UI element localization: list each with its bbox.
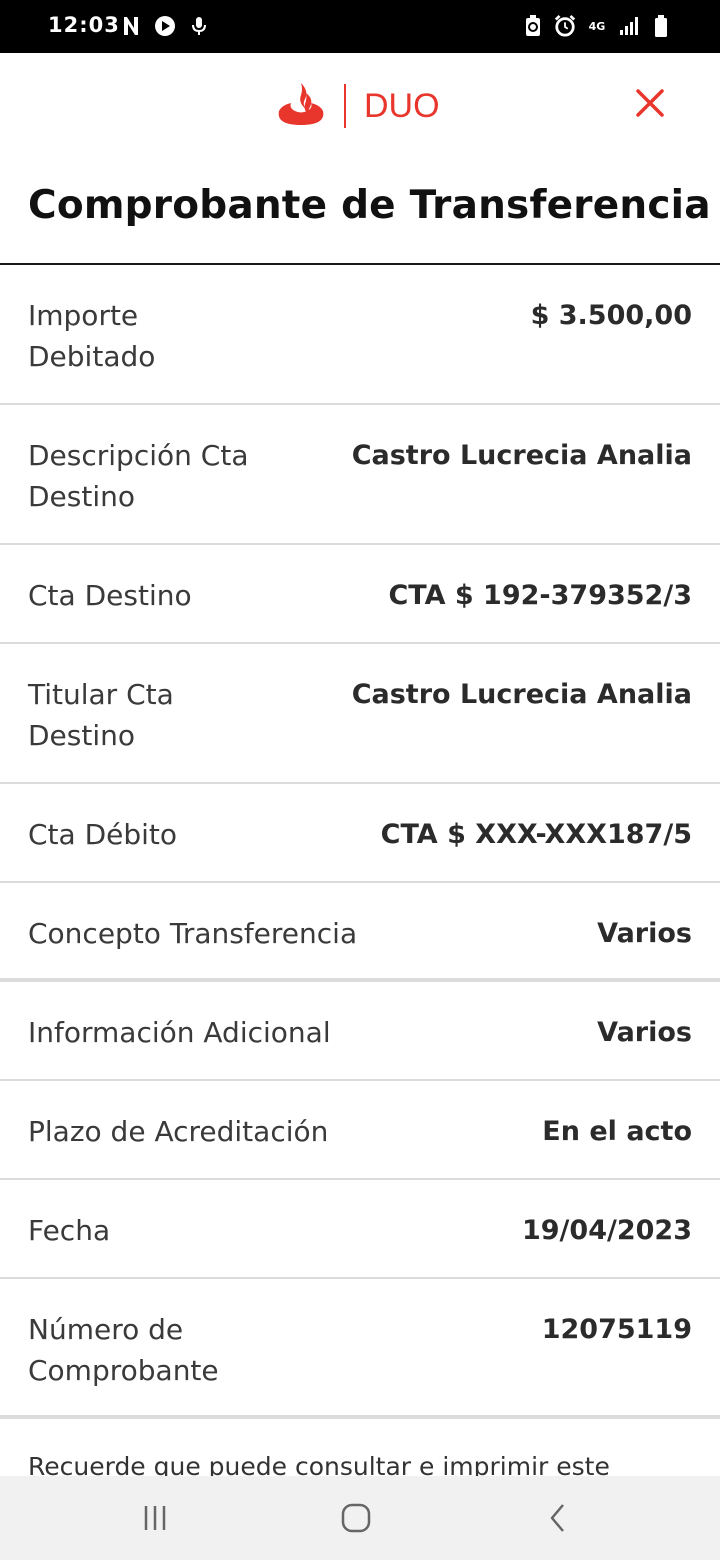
detail-value: CTA $ XXX-XXX187/5 [380,819,692,850]
system-nav-bar [0,1476,720,1560]
home-icon [341,1503,371,1533]
detail-row-cta-debito: Cta Débito CTA $ XXX-XXX187/5 [0,784,720,883]
status-bar: 12:03 4G [0,0,720,53]
detail-label: Importe Debitado [28,299,156,373]
santander-flame-icon [276,81,326,131]
detail-row-importe: Importe Debitado $ 3.500,00 [0,265,720,405]
alarm-icon [554,14,576,38]
detail-value: Castro Lucrecia Analia [351,679,692,710]
close-button[interactable] [630,83,670,123]
detail-label: Cta Destino [28,579,192,612]
battery-icon [650,14,672,38]
page-title: Comprobante de Transferencia [28,183,711,228]
detail-row-numero-comprobante: Número de Comprobante 12075119 [0,1279,720,1419]
status-time: 12:03 [48,13,120,37]
detail-label: Número de Comprobante [28,1313,219,1387]
battery-saver-icon [522,14,544,38]
detail-label: Información Adicional [28,1016,331,1049]
detail-label: Cta Débito [28,818,178,851]
santander-duo-logo: DUO [276,81,440,131]
detail-row-titular: Titular Cta Destino Castro Lucrecia Anal… [0,644,720,784]
network-type-icon: 4G [588,19,606,33]
detail-row-info-adicional: Información Adicional Varios [0,982,720,1081]
detail-row-concepto: Concepto Transferencia Varios [0,883,720,982]
detail-value: Varios [597,1017,692,1048]
transfer-details-list: Importe Debitado $ 3.500,00 Descripción … [0,265,720,1419]
detail-row-cta-destino: Cta Destino CTA $ 192-379352/3 [0,545,720,644]
detail-row-fecha: Fecha 19/04/2023 [0,1180,720,1279]
mic-icon [188,14,210,38]
back-icon [550,1504,564,1532]
recent-apps-button[interactable] [133,1498,177,1538]
recent-apps-icon [144,1506,166,1530]
detail-value: 19/04/2023 [521,1215,692,1246]
header: DUO Comprobante de Transferencia [0,53,720,265]
close-icon [636,89,664,117]
detail-value: En el acto [542,1116,692,1147]
n-icon [120,14,142,38]
logo-separator [344,84,346,128]
back-button[interactable] [536,1498,580,1538]
detail-label: Fecha [28,1214,111,1247]
detail-value: CTA $ 192-379352/3 [388,580,692,611]
home-button[interactable] [334,1498,378,1538]
brand-name: DUO [364,86,440,125]
detail-label: Plazo de Acreditación [28,1115,329,1148]
detail-value: Castro Lucrecia Analia [351,440,692,471]
detail-value: 12075119 [541,1314,692,1345]
detail-value: $ 3.500,00 [530,300,692,331]
detail-row-plazo: Plazo de Acreditación En el acto [0,1081,720,1180]
signal-icon [618,14,640,38]
detail-value: Varios [597,918,692,949]
detail-label: Descripción Cta Destino [28,439,249,513]
detail-label: Concepto Transferencia [28,917,358,950]
play-icon [154,14,176,38]
detail-row-descripcion: Descripción Cta Destino Castro Lucrecia … [0,405,720,545]
detail-label: Titular Cta Destino [28,678,174,752]
